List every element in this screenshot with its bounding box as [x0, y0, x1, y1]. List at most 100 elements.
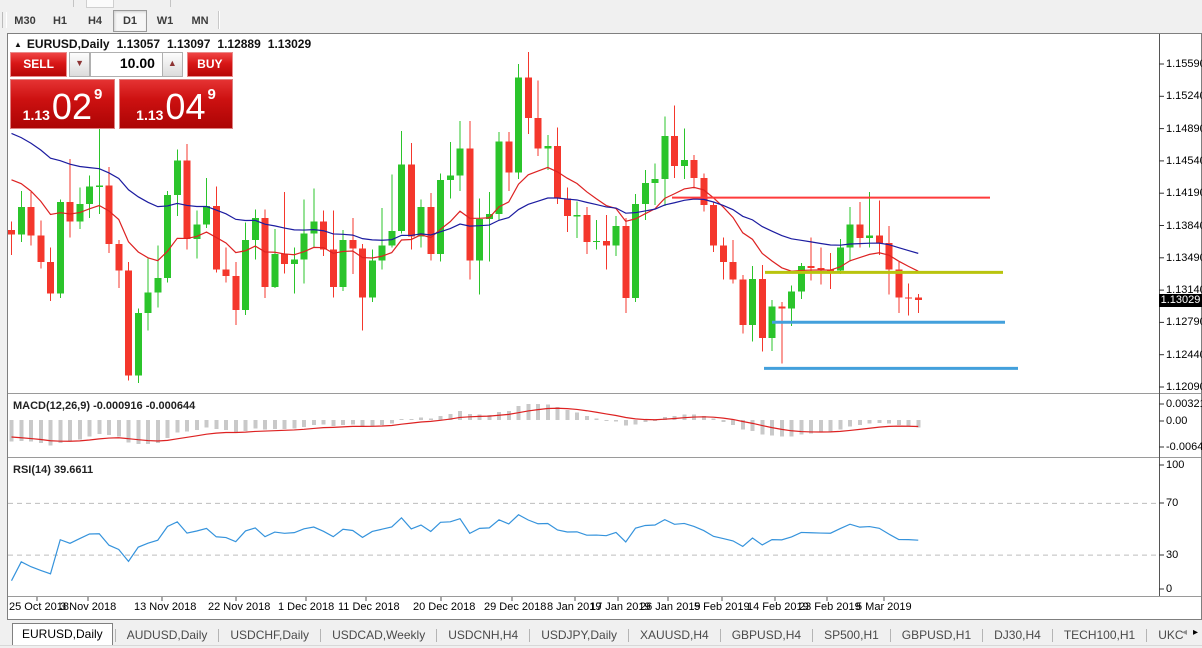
chart-tab-audusd-daily[interactable]: AUDUSD,Daily — [118, 626, 217, 645]
symbol-name: EURUSD,Daily — [26, 37, 110, 51]
chart-tab-usdchf-daily[interactable]: USDCHF,Daily — [221, 626, 318, 645]
candle-body — [534, 118, 542, 149]
chart-tab-sp500-h1[interactable]: SP500,H1 — [815, 626, 888, 645]
macd-histogram-bar — [867, 420, 872, 424]
chart-tab-usdcad-weekly[interactable]: USDCAD,Weekly — [323, 626, 434, 645]
macd-histogram-bar — [584, 415, 589, 420]
price-tick-label: 1.12090 — [1166, 381, 1202, 393]
volume-input[interactable]: 10.00 — [89, 52, 163, 77]
tab-separator — [320, 629, 322, 642]
candle-body — [300, 233, 308, 260]
macd-histogram-bar — [848, 420, 852, 427]
macd-histogram-bar — [711, 418, 716, 420]
macd-histogram-bar — [58, 420, 63, 443]
tab-scroll-right-icon[interactable]: ▸ — [1193, 627, 1198, 638]
macd-histogram-bar — [370, 420, 375, 426]
ohlc-close: 1.13029 — [267, 37, 312, 51]
candle-body — [232, 276, 240, 311]
candle-body — [95, 185, 103, 187]
date-label: 5 Feb 2019 — [694, 601, 750, 613]
chart-tab-dj30-h4[interactable]: DJ30,H4 — [985, 626, 1050, 645]
candle-body — [671, 135, 678, 167]
chart-tab-xauusd-h4[interactable]: XAUUSD,H4 — [631, 626, 718, 645]
macd-label: MACD(12,26,9) -0.000916 -0.000644 — [13, 400, 195, 412]
macd-histogram-bar — [828, 420, 833, 432]
date-label: 23 Feb 2019 — [799, 601, 861, 613]
macd-axis-label: 0.00 — [1166, 415, 1188, 427]
price-tick-label: 1.12440 — [1166, 348, 1202, 361]
candle-body — [515, 77, 522, 173]
chart-tab-gbpusd-h1[interactable]: GBPUSD,H1 — [893, 626, 980, 645]
macd-histogram-bar — [360, 420, 365, 427]
ask-price-button[interactable]: 1.13 04 9 — [119, 79, 233, 129]
macd-histogram-bar — [77, 420, 82, 440]
macd-histogram-bar — [253, 420, 258, 429]
candle-body — [173, 160, 181, 195]
macd-histogram-bar — [799, 420, 804, 435]
macd-histogram-bar — [272, 420, 277, 430]
collapse-arrow-icon[interactable]: ▲ — [14, 40, 22, 49]
candle-body — [56, 202, 64, 294]
rsi-axis-label: 0 — [1166, 583, 1173, 595]
macd-histogram-bar — [731, 420, 735, 425]
macd-histogram-bar — [789, 420, 794, 437]
candle-body — [466, 148, 474, 261]
bid-pip-digit: 9 — [93, 86, 103, 103]
candle-body — [856, 224, 864, 239]
candle-body — [398, 164, 405, 231]
candle-body — [47, 262, 54, 294]
rsi-label: RSI(14) 39.6611 — [13, 464, 93, 476]
price-tick-label: 1.14540 — [1166, 154, 1202, 167]
macd-axis-label: -0.006485 — [1166, 441, 1202, 453]
candle-body — [446, 175, 454, 181]
tab-separator — [114, 629, 116, 642]
macd-histogram-bar — [750, 420, 755, 431]
candle-body — [563, 198, 571, 217]
chart-tab-bar: EURUSD,Daily AUDUSD,Daily USDCHF,Daily USDC… — [0, 622, 1202, 645]
candle-body — [505, 141, 513, 173]
candle-body — [866, 235, 873, 239]
chart-tab-tech100-h1[interactable]: TECH100,H1 — [1055, 626, 1144, 645]
candle-body — [105, 185, 113, 244]
volume-increase-button[interactable]: ▲ — [161, 52, 183, 77]
price-tick-label: 1.15240 — [1166, 90, 1202, 103]
chart-tab-eurusd-daily[interactable]: EURUSD,Daily — [12, 623, 113, 645]
candle-body — [329, 249, 337, 288]
candle-body — [729, 262, 737, 280]
candle-body — [680, 159, 688, 167]
macd-histogram-bar — [165, 420, 170, 438]
macd-histogram-bar — [194, 420, 199, 430]
macd-histogram-bar — [399, 419, 404, 421]
macd-histogram-bar — [380, 420, 384, 425]
macd-histogram-bar — [243, 420, 248, 431]
date-label: 1 Dec 2018 — [278, 601, 335, 613]
candle-body — [749, 278, 756, 325]
sell-button[interactable]: SELL — [10, 52, 68, 77]
candle-body — [807, 265, 815, 268]
macd-histogram-bar — [282, 420, 287, 429]
candle-body — [641, 182, 649, 205]
one-click-trading-panel: SELL ▼ 10.00 ▲ BUY 1.13 02 9 1.13 04 9 — [10, 52, 233, 129]
candle-body — [27, 206, 35, 236]
volume-decrease-button[interactable]: ▼ — [69, 52, 90, 77]
macd-histogram-bar — [545, 404, 550, 420]
candle-body — [524, 77, 532, 119]
candle-body — [905, 297, 912, 299]
macd-histogram-bar — [302, 420, 306, 427]
candle-body — [778, 306, 786, 309]
candle-body — [719, 245, 727, 263]
buy-button[interactable]: BUY — [186, 52, 233, 77]
chart-tab-usdjpy-daily[interactable]: USDJPY,Daily — [532, 626, 626, 645]
macd-histogram-bar — [48, 420, 53, 446]
chart-tab-usdcnh-h4[interactable]: USDCNH,H4 — [439, 626, 527, 645]
bid-price-button[interactable]: 1.13 02 9 — [10, 79, 115, 129]
tab-scroll-left-icon[interactable]: ◂ — [1182, 627, 1187, 638]
chart-tab-gbpusd-h4[interactable]: GBPUSD,H4 — [723, 626, 810, 645]
tab-separator — [436, 629, 438, 642]
candle-body — [612, 226, 620, 246]
macd-histogram-bar — [204, 420, 209, 428]
macd-histogram-bar — [224, 420, 228, 431]
candle-body — [154, 277, 162, 293]
macd-histogram-bar — [458, 411, 462, 420]
macd-histogram-bar — [175, 420, 180, 433]
